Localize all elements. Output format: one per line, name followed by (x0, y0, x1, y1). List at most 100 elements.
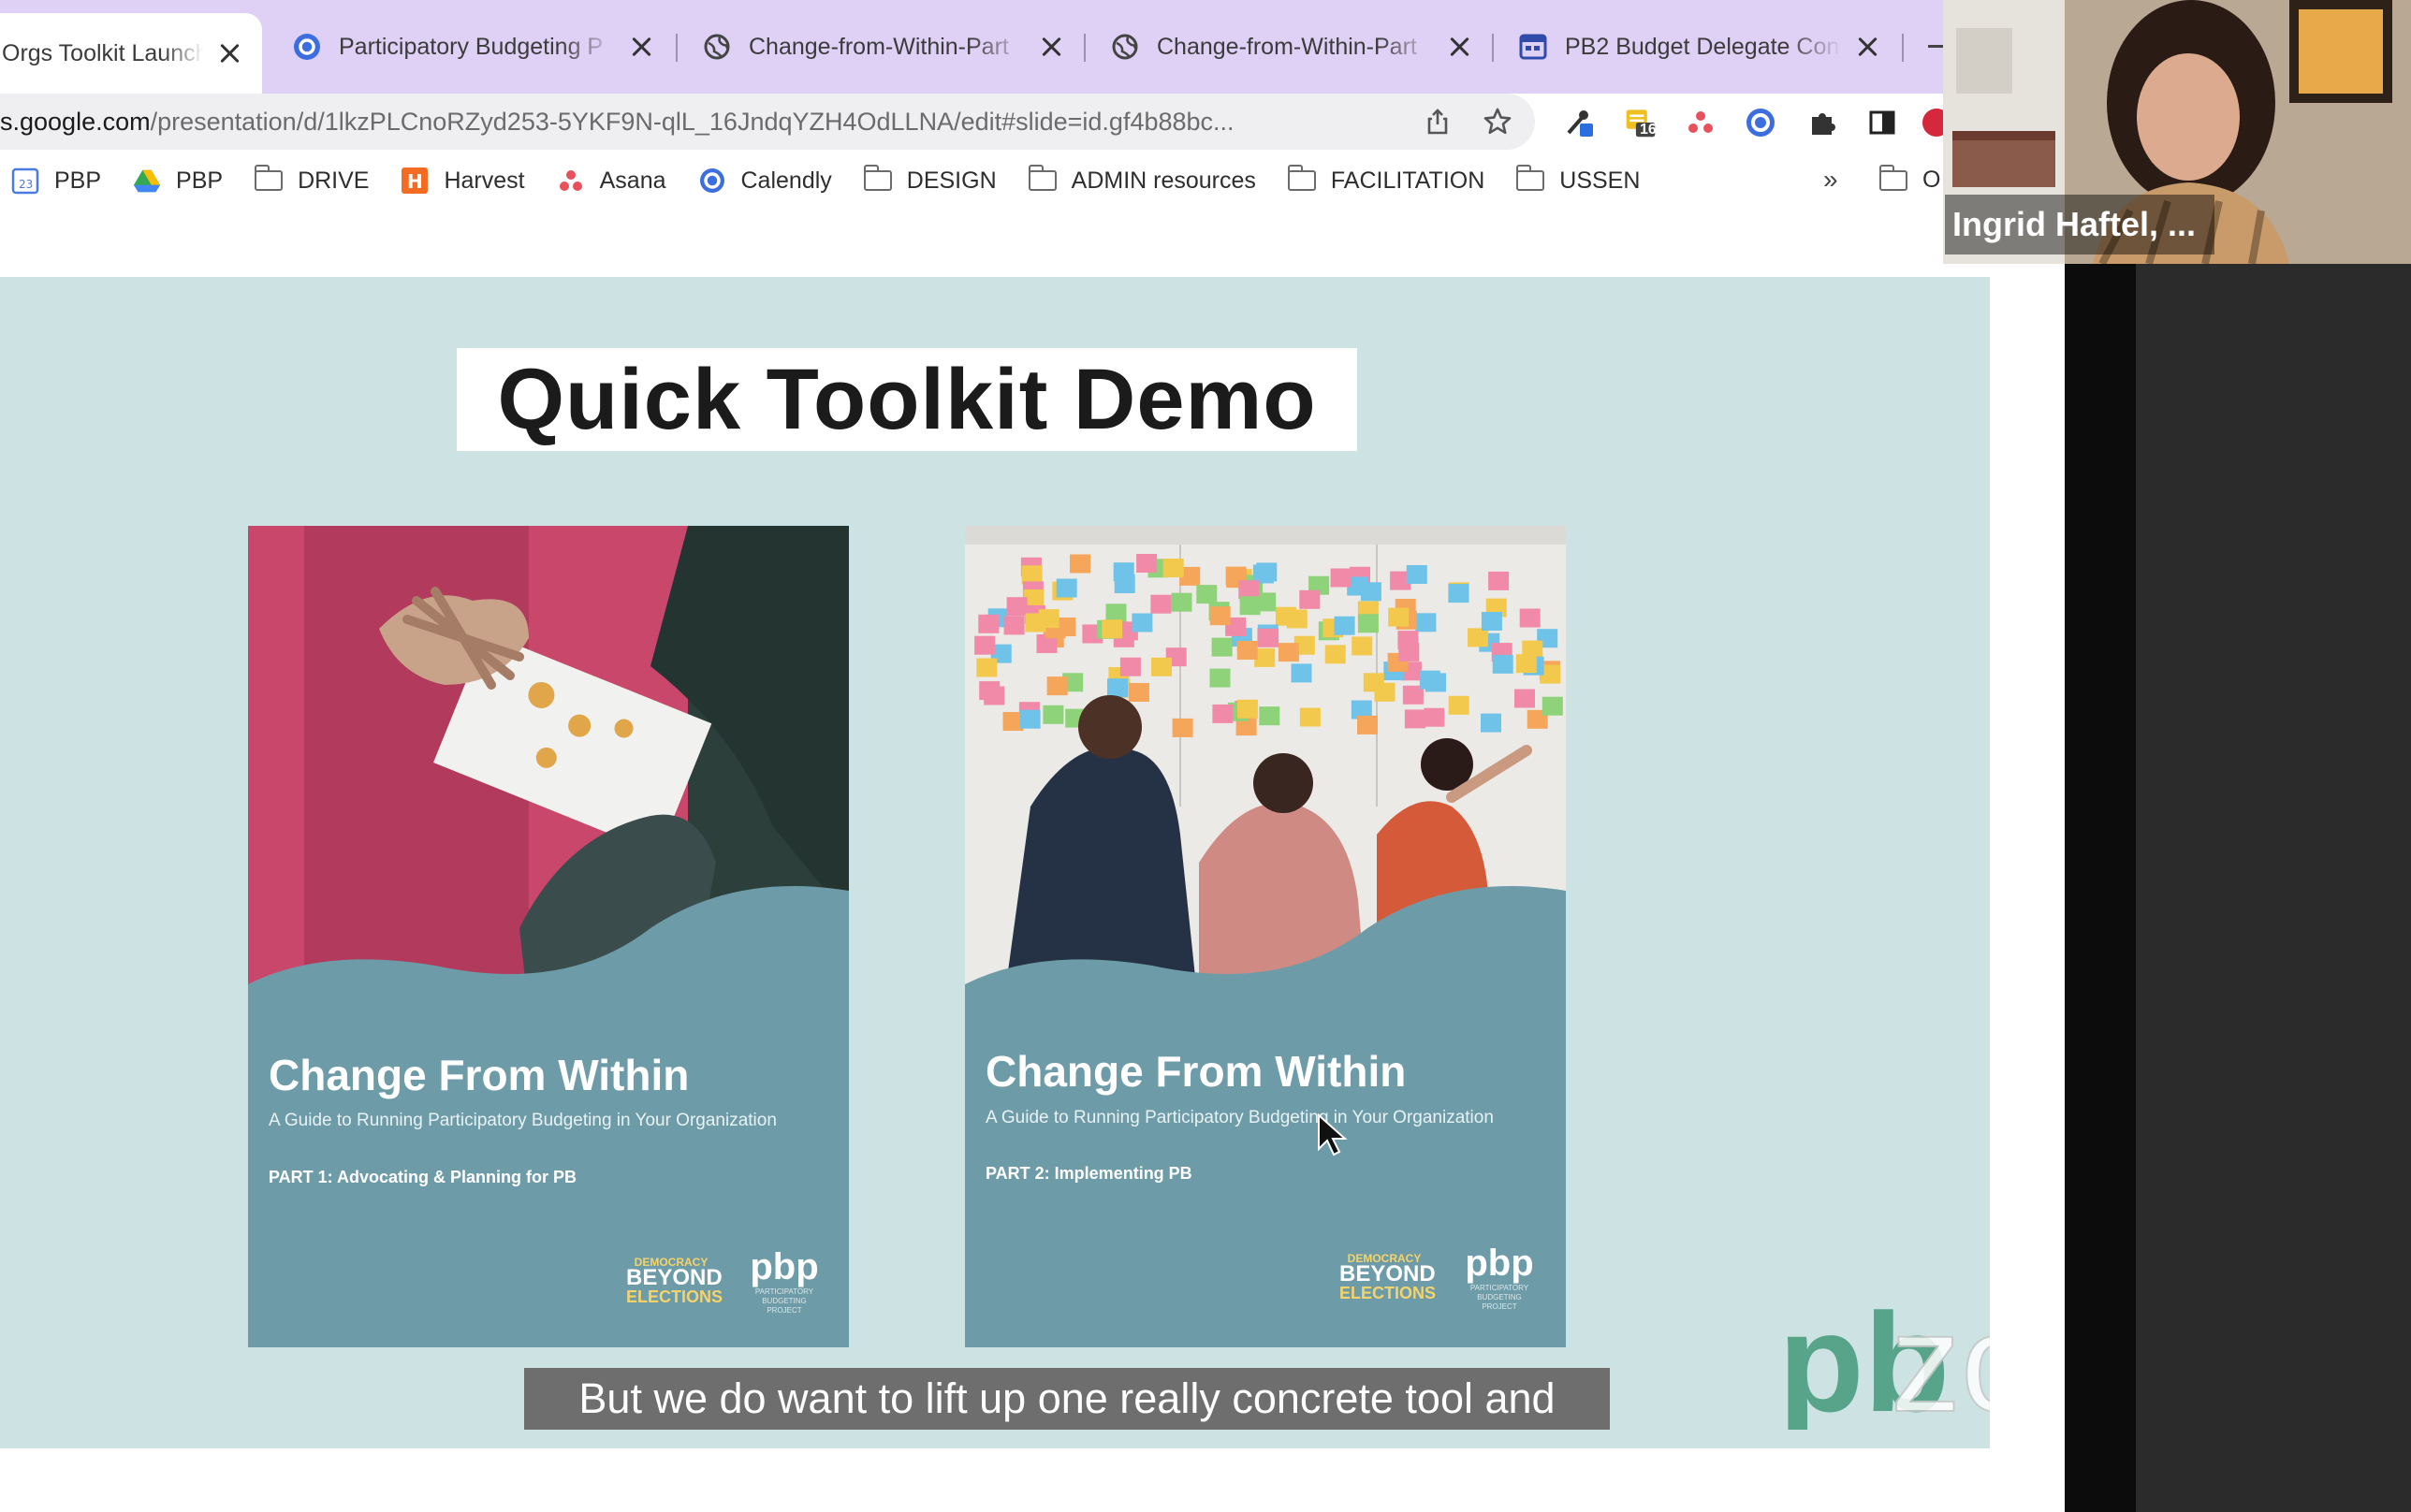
asana-extension-icon[interactable] (1685, 107, 1717, 138)
sticky-note (1419, 670, 1440, 690)
bookmark-pbp-calendar[interactable]: 23 PBP (11, 167, 101, 195)
bookmark-label: O (1922, 167, 1941, 193)
sticky-note (1542, 696, 1563, 716)
sticky-note (1102, 619, 1123, 639)
sticky-note (1003, 616, 1025, 635)
sticky-note (1360, 582, 1381, 602)
tab-change-from-within-1[interactable]: Change-from-Within-Part (681, 17, 1084, 77)
sticky-note (1515, 654, 1537, 674)
calendly-extension-icon[interactable] (1745, 107, 1776, 138)
folder-icon (1287, 165, 1316, 194)
puzzle-extensions-icon[interactable] (1806, 107, 1838, 138)
sticky-note (1275, 606, 1296, 626)
sticky-note (976, 658, 998, 677)
eyedropper-extension-icon[interactable] (1563, 107, 1595, 138)
sticky-note (1132, 613, 1153, 632)
url-path: /presentation/d/1lkzPLCnoRZyd253-5YKF9N-… (150, 107, 1235, 136)
tab-change-from-within-2[interactable]: Change-from-Within-Part (1089, 17, 1492, 77)
sticky-note (1324, 645, 1346, 664)
bookmark-label: PBP (54, 167, 102, 194)
live-caption: But we do want to lift up one really con… (524, 1368, 1610, 1430)
mouse-cursor-icon (1318, 1113, 1348, 1156)
bookmark-star-icon[interactable] (1483, 107, 1512, 137)
bookmark-pbp-drive[interactable]: PBP (133, 167, 223, 195)
bookmark-label: PBP (176, 167, 224, 194)
sticky-note (1236, 699, 1258, 719)
sticky-note (1519, 608, 1541, 628)
close-icon[interactable] (217, 40, 243, 66)
slide-title: Quick Toolkit Demo (457, 348, 1357, 451)
bookmark-label: DESIGN (906, 167, 997, 194)
globe-icon (1110, 32, 1140, 62)
bookmark-label: Calendly (740, 167, 832, 194)
bookmarks-overflow-button[interactable]: » (1823, 165, 1838, 195)
bookmark-design-folder[interactable]: DESIGN (863, 165, 997, 195)
bookmark-label: Harvest (444, 167, 525, 194)
close-icon[interactable] (1855, 34, 1881, 60)
sticky-note (1070, 554, 1090, 574)
sticky-note (1299, 589, 1321, 609)
participant-name-label: Ingrid Haftel, ... (1945, 195, 2215, 254)
sticky-note (1172, 718, 1193, 737)
bookmark-other-folder[interactable]: O (1879, 164, 1941, 194)
tab-participatory-budgeting[interactable]: Participatory Budgeting P (271, 17, 674, 77)
sticky-note (1415, 613, 1437, 632)
democracy-beyond-elections-logo: DEMOCRACY BEYOND ELECTIONS (1339, 1252, 1437, 1302)
bookmark-calendly[interactable]: Calendly (698, 167, 832, 195)
sticky-note (974, 635, 996, 655)
share-icon[interactable] (1423, 107, 1453, 137)
sticky-note (1488, 571, 1510, 590)
sticky-note (1212, 704, 1234, 723)
close-icon[interactable] (1039, 34, 1065, 60)
sticky-note (1114, 574, 1135, 593)
calendly-icon (292, 32, 322, 62)
cover-subtitle: A Guide to Running Participatory Budgeti… (269, 1111, 777, 1130)
tab-orgs-toolkit[interactable]: Orgs Toolkit Launch (0, 13, 262, 94)
bookmark-asana[interactable]: Asana (557, 167, 666, 195)
sticky-note (1006, 597, 1028, 617)
side-panel-icon[interactable] (1866, 107, 1898, 138)
sticky-note (978, 614, 1000, 633)
svg-text:H: H (407, 170, 423, 193)
sticky-note (1481, 612, 1502, 631)
presentation-slide: Quick Toolkit Demo Change From Within A … (0, 277, 1990, 1448)
close-icon[interactable] (1447, 34, 1473, 60)
close-icon[interactable] (629, 34, 655, 60)
asana-icon (557, 167, 585, 194)
sheets-extension-icon[interactable]: 16 (1625, 107, 1657, 138)
browser-toolbar: s.google.com/presentation/d/1lkzPLCnoRZy… (0, 94, 1951, 228)
calendar-icon (1518, 32, 1548, 62)
tab-pb2-budget-delegate[interactable]: PB2 Budget Delegate Con (1498, 17, 1900, 77)
tab-strip: Orgs Toolkit Launch Participatory Budget… (0, 0, 1951, 94)
tab-title: Change-from-Within-Part (1157, 33, 1417, 60)
panel-divider (2065, 264, 2136, 1512)
bookmark-harvest[interactable]: H Harvest (401, 167, 525, 195)
sticky-note (1239, 596, 1261, 616)
calendar-icon: 23 (11, 167, 39, 195)
extension-badge: 16 (1640, 122, 1657, 138)
bookmark-label: USSEN (1559, 167, 1641, 194)
tab-separator (1902, 34, 1904, 62)
bookmark-ussen-folder[interactable]: USSEN (1516, 165, 1641, 195)
bookmark-drive-folder[interactable]: DRIVE (255, 165, 370, 195)
tab-separator (676, 34, 678, 62)
sticky-note (1119, 657, 1141, 676)
bookmark-label: Asana (599, 167, 666, 194)
sticky-note (1481, 713, 1501, 733)
sticky-note (1514, 689, 1535, 708)
bookmark-facilitation-folder[interactable]: FACILITATION (1287, 165, 1484, 195)
cover-part-label: PART 2: Implementing PB (986, 1164, 1192, 1183)
bookmark-admin-folder[interactable]: ADMIN resources (1028, 165, 1256, 195)
bookmark-label: DRIVE (298, 167, 370, 194)
address-bar[interactable]: s.google.com/presentation/d/1lkzPLCnoRZy… (0, 94, 1535, 150)
tab-title: Change-from-Within-Part (749, 33, 1009, 60)
sticky-note (1492, 654, 1513, 674)
tab-separator (1084, 34, 1086, 62)
sticky-note (1330, 568, 1352, 588)
sticky-note (1021, 565, 1043, 585)
sticky-note (1357, 614, 1379, 633)
tab-separator (1492, 34, 1494, 62)
svg-text:23: 23 (19, 178, 33, 191)
sticky-note (1046, 676, 1068, 696)
right-margin (1990, 228, 2065, 1512)
